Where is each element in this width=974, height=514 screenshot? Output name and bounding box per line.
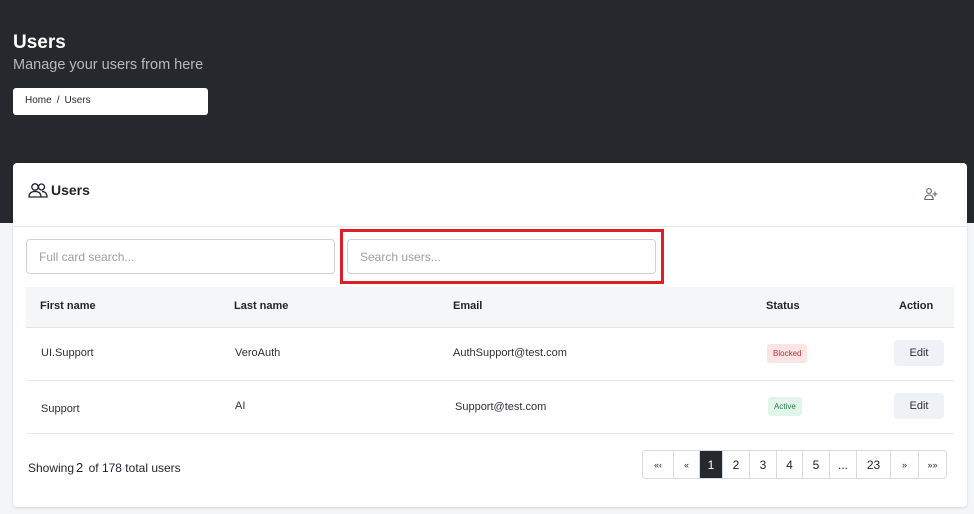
cell-first-name: Support: [41, 403, 80, 415]
next-page-button[interactable]: »: [891, 451, 919, 478]
results-summary: Showing 2 of 178 total users: [28, 460, 181, 475]
showing-label: Showing: [28, 461, 75, 475]
edit-button[interactable]: Edit: [894, 393, 944, 419]
first-page-button[interactable]: «‹: [643, 451, 674, 478]
column-first-name: First name: [40, 300, 96, 312]
column-email: Email: [453, 300, 483, 312]
table-header: First name Last name Email Status Action: [26, 287, 954, 328]
user-plus-icon[interactable]: [924, 187, 938, 201]
page-button-1[interactable]: 1: [700, 451, 723, 478]
shown-count: 2: [76, 460, 84, 475]
table-row: UI.Support VeroAuth AuthSupport@test.com…: [26, 328, 954, 381]
last-page-button[interactable]: »»: [919, 451, 946, 478]
page-button-2[interactable]: 2: [723, 451, 750, 478]
breadcrumb-current: Users: [64, 95, 91, 106]
cell-last-name: VeroAuth: [235, 347, 281, 359]
page-button-23[interactable]: 23: [857, 451, 891, 478]
users-card: Users First name Last name Email Status …: [13, 163, 967, 507]
users-icon: [28, 183, 48, 198]
card-header: Users: [13, 163, 967, 227]
table-row: Support AI Support@test.com Active Edit: [26, 381, 954, 434]
card-title: Users: [51, 182, 90, 198]
cell-last-name: AI: [235, 400, 246, 412]
breadcrumb-separator: /: [56, 95, 60, 106]
page-button-3[interactable]: 3: [750, 451, 777, 478]
cell-first-name: UI.Support: [41, 347, 94, 359]
search-users-input[interactable]: [347, 239, 656, 274]
cell-email: Support@test.com: [455, 401, 547, 413]
full-card-search-input[interactable]: [26, 239, 335, 274]
page-ellipsis: ...: [830, 451, 857, 478]
status-badge: Blocked: [767, 344, 808, 363]
edit-button[interactable]: Edit: [894, 340, 944, 366]
column-last-name: Last name: [234, 300, 289, 312]
column-status: Status: [766, 300, 800, 312]
status-badge: Active: [768, 397, 802, 416]
page-button-4[interactable]: 4: [777, 451, 803, 478]
cell-email: AuthSupport@test.com: [453, 347, 567, 359]
page-title: Users: [13, 32, 66, 53]
column-action: Action: [899, 300, 934, 312]
previous-page-button[interactable]: «: [674, 451, 700, 478]
pagination: «‹ « 1 2 3 4 5 ... 23 » »»: [642, 450, 947, 479]
breadcrumb-home-link[interactable]: Home: [25, 95, 52, 106]
page-button-5[interactable]: 5: [803, 451, 830, 478]
page-subtitle: Manage your users from here: [13, 57, 204, 73]
breadcrumb: Home / Users: [13, 88, 208, 115]
total-users-text: of 178 total users: [88, 461, 181, 475]
